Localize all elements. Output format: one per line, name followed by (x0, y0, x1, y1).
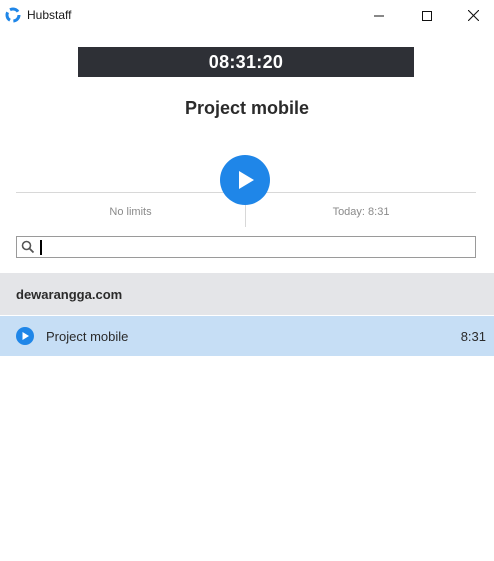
text-cursor (40, 240, 42, 255)
minimize-button[interactable] (356, 0, 402, 31)
organization-header: dewarangga.com (0, 273, 494, 315)
timer-display: 08:31:20 (78, 47, 414, 77)
play-icon (239, 171, 254, 189)
close-button[interactable] (450, 0, 494, 31)
search-field[interactable] (16, 236, 476, 258)
play-icon (22, 332, 29, 340)
organization-name: dewarangga.com (16, 287, 123, 302)
maximize-icon (422, 10, 432, 21)
today-total: Today: 8:31 (332, 206, 390, 218)
timer-value: 08:31:20 (208, 51, 284, 72)
maximize-button[interactable] (404, 0, 450, 31)
project-row[interactable]: Project mobile 8:31 (0, 316, 494, 356)
title-bar: Hubstaff (0, 0, 494, 31)
close-icon (467, 10, 479, 21)
limit-status: No limits (109, 206, 152, 218)
search-input[interactable] (39, 238, 469, 256)
hubstaff-logo-icon (5, 7, 21, 23)
project-name: Project mobile (46, 329, 129, 344)
minimize-icon (374, 15, 384, 16)
current-project-title: Project mobile (184, 98, 310, 118)
project-time: 8:31 (460, 329, 486, 344)
search-icon (21, 240, 35, 254)
project-play-button[interactable] (16, 327, 34, 345)
window-title: Hubstaff (27, 8, 72, 22)
start-timer-button[interactable] (220, 155, 270, 205)
